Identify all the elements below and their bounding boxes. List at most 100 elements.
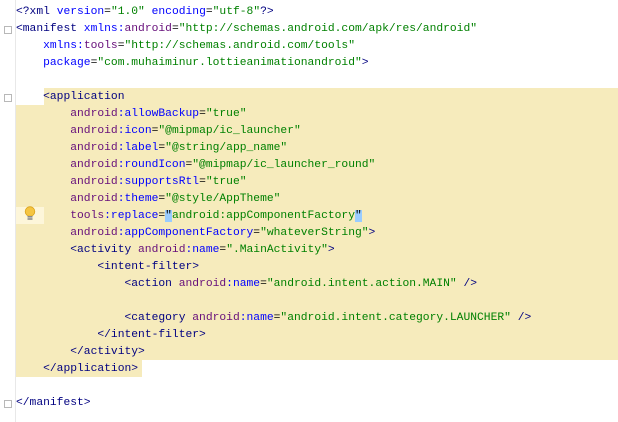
code-line[interactable]: <action android:name="android.intent.act… xyxy=(16,276,477,293)
code-token-tag: </application> xyxy=(43,363,139,375)
code-token-ns: android xyxy=(70,176,118,188)
code-line[interactable]: android:theme="@style/AppTheme" xyxy=(16,191,280,208)
code-token-tag: /> xyxy=(456,278,478,290)
code-line[interactable]: </manifest> xyxy=(16,395,91,412)
code-line[interactable]: android:label="@string/app_name" xyxy=(16,140,287,157)
code-token-attr: :theme xyxy=(117,193,159,205)
code-line[interactable]: <manifest xmlns:android="http://schemas.… xyxy=(16,21,477,38)
code-token-tag: <activity xyxy=(70,244,139,256)
code-line[interactable]: <intent-filter> xyxy=(16,259,199,276)
code-token-ns: android xyxy=(70,125,118,137)
editor-gutter xyxy=(0,0,16,422)
code-token-val: "android.intent.action.MAIN" xyxy=(266,278,457,290)
fold-icon[interactable] xyxy=(4,400,12,408)
code-line[interactable]: android:allowBackup="true" xyxy=(16,106,246,123)
code-token-tag: <action xyxy=(124,278,179,290)
code-line[interactable]: <category android:name="android.intent.c… xyxy=(16,310,531,327)
code-token-val: "whateverString" xyxy=(260,227,369,239)
code-token-val: android:appComponentFactory xyxy=(171,210,355,222)
code-line[interactable]: <?xml version="1.0" encoding="utf-8"?> xyxy=(16,4,274,21)
code-token-tag: <manifest xyxy=(16,23,84,35)
code-token-brace: " xyxy=(165,210,172,222)
code-line[interactable]: tools:replace="android:appComponentFacto… xyxy=(16,208,362,225)
code-token-attr: encoding xyxy=(151,6,206,18)
code-line[interactable]: </activity> xyxy=(16,344,145,361)
code-token-attr: :roundIcon xyxy=(117,159,186,171)
code-token-tag: /> xyxy=(510,312,532,324)
code-token-ns: android xyxy=(70,193,118,205)
code-token-attr: :name xyxy=(226,278,261,290)
code-line[interactable]: <application xyxy=(16,89,124,106)
code-token-attr: :name xyxy=(185,244,220,256)
fold-icon[interactable] xyxy=(4,94,12,102)
code-token-val: "com.muhaiminur.lottieanimationandroid" xyxy=(97,57,362,69)
code-token-attr: :appComponentFactory xyxy=(117,227,254,239)
fold-icon[interactable] xyxy=(4,26,12,34)
code-line[interactable]: <activity android:name=".MainActivity"> xyxy=(16,242,335,259)
code-token-tag: </manifest> xyxy=(16,397,91,409)
code-token-val: "@mipmap/ic_launcher_round" xyxy=(192,159,376,171)
code-token-tag: <intent-filter> xyxy=(97,261,200,273)
code-token-val: "android.intent.category.LAUNCHER" xyxy=(280,312,511,324)
code-token-attr: package xyxy=(43,57,91,69)
code-token-attr: :allowBackup xyxy=(117,108,200,120)
code-token-val: "http://schemas.android.com/tools" xyxy=(124,40,356,52)
code-line[interactable]: android:appComponentFactory="whateverStr… xyxy=(16,225,375,242)
code-token-attr: version xyxy=(56,6,105,18)
code-token-txt: = xyxy=(199,176,206,188)
code-token-ns: android xyxy=(178,278,227,290)
code-token-txt: = xyxy=(205,6,213,18)
code-token-txt: = xyxy=(199,108,206,120)
code-token-val: "@string/app_name" xyxy=(165,142,288,154)
code-token-tag: </activity> xyxy=(70,346,145,358)
code-token-val: "utf-8" xyxy=(212,6,261,18)
code-token-attr: xmlns: xyxy=(43,40,84,52)
element-highlight xyxy=(44,88,618,105)
code-token-brace: " xyxy=(354,210,362,222)
code-token-ns: android xyxy=(124,23,172,35)
code-token-attr: :replace xyxy=(104,210,159,222)
code-token-ns: android xyxy=(70,227,118,239)
code-token-ns: android xyxy=(70,108,118,120)
code-line[interactable]: android:supportsRtl="true" xyxy=(16,174,246,191)
code-line[interactable]: </intent-filter> xyxy=(16,327,205,344)
code-token-ns: tools xyxy=(83,40,118,52)
code-token-tag: <category xyxy=(124,312,193,324)
code-token-tag: > xyxy=(368,227,376,239)
code-token-val: "@mipmap/ic_launcher" xyxy=(158,125,301,137)
code-token-txt: = xyxy=(260,278,267,290)
code-token-ns: android xyxy=(70,142,118,154)
code-token-tag: > xyxy=(327,244,335,256)
code-token-tag: ?> xyxy=(260,6,274,18)
code-line[interactable]: android:icon="@mipmap/ic_launcher" xyxy=(16,123,301,140)
code-token-attr: :name xyxy=(239,312,274,324)
code-token-ns: tools xyxy=(70,210,105,222)
code-token-txt: = xyxy=(171,23,179,35)
code-line[interactable]: xmlns:tools="http://schemas.android.com/… xyxy=(16,38,355,55)
code-line[interactable]: </application> xyxy=(16,361,138,378)
code-token-tag: <?xml xyxy=(16,6,57,18)
code-token-txt: = xyxy=(117,40,125,52)
code-token-ns: android xyxy=(138,244,186,256)
code-line[interactable]: package="com.muhaiminur.lottieanimationa… xyxy=(16,55,368,72)
code-token-val: "1.0" xyxy=(110,6,145,18)
code-token-attr: xmlns: xyxy=(83,23,125,35)
code-token-ns: android xyxy=(192,312,240,324)
code-token-ns: android xyxy=(70,159,118,171)
code-token-val: "@style/AppTheme" xyxy=(165,193,281,205)
code-token-attr: :supportsRtl xyxy=(117,176,200,188)
code-line[interactable]: android:roundIcon="@mipmap/ic_launcher_r… xyxy=(16,157,375,174)
